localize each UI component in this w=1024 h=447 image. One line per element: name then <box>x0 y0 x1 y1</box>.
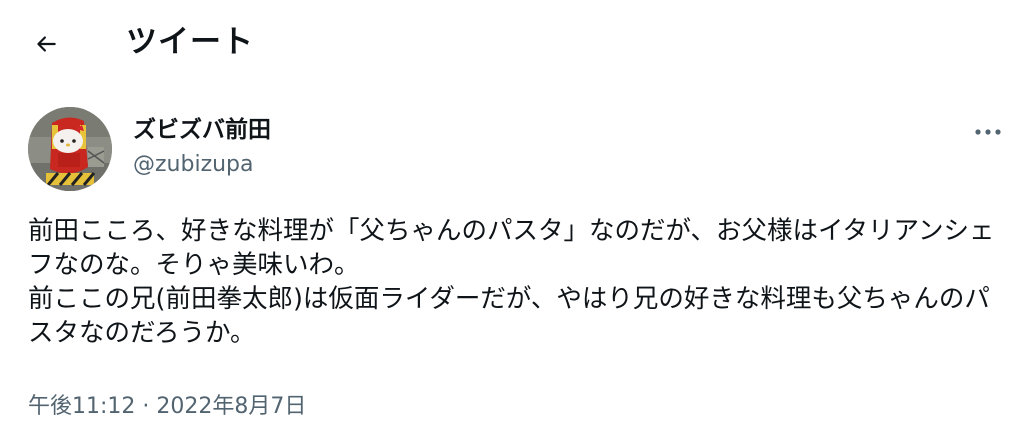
avatar-image <box>28 107 112 191</box>
author-display-name[interactable]: ズビズバ前田 <box>133 114 271 146</box>
back-button[interactable] <box>22 20 70 68</box>
arrow-left-icon <box>37 36 56 52</box>
tweet-text: 前田こころ、好きな料理が「父ちゃんのパスタ」なのだが、お父様はイタリアンシェフな… <box>28 216 995 348</box>
author-handle[interactable]: @zubizupa <box>133 150 254 180</box>
avatar[interactable] <box>28 107 112 191</box>
more-horizontal-icon <box>975 129 1001 135</box>
more-button[interactable] <box>966 117 1010 147</box>
tweet-timestamp: 午後11:12 · 2022年8月7日 <box>28 392 306 422</box>
tweet-date-link[interactable]: 2022年8月7日 <box>156 394 306 419</box>
header: ツイート <box>0 0 1024 86</box>
timestamp-separator: · <box>135 394 157 419</box>
page-title: ツイート <box>126 24 254 60</box>
tweet-time-link[interactable]: 午後11:12 <box>28 394 135 419</box>
